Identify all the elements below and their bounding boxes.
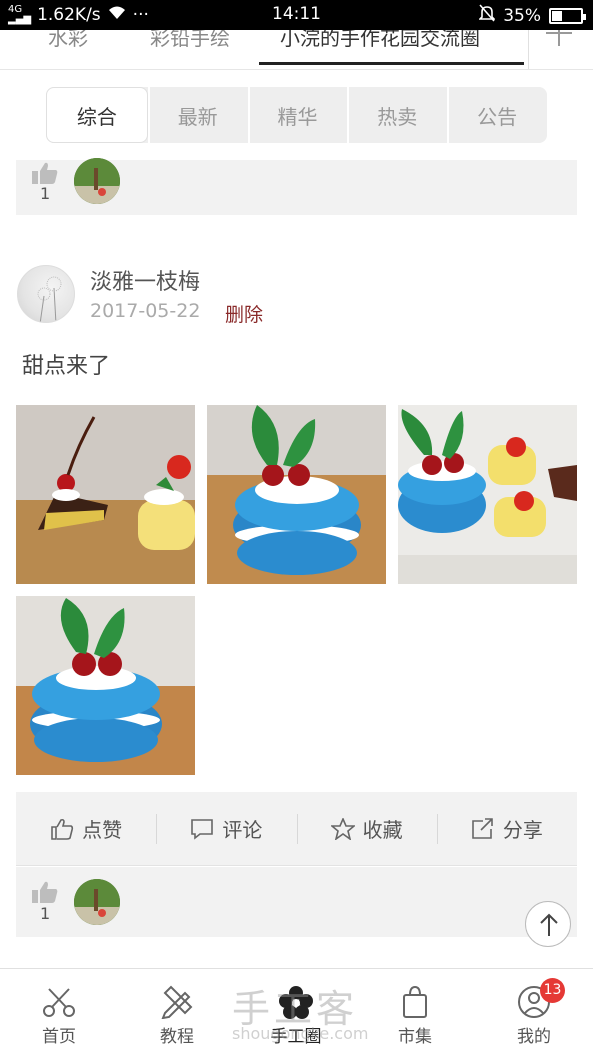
favorite-label: 收藏: [362, 818, 403, 842]
post-likes: 1: [16, 867, 577, 937]
author-name[interactable]: 淡雅一枝梅: [90, 264, 200, 296]
battery-percent: 35%: [503, 5, 541, 26]
segment-latest[interactable]: 最新: [147, 87, 248, 143]
arrow-up-icon: [540, 913, 558, 936]
segment-hot-sale[interactable]: 热卖: [347, 87, 447, 143]
liker-avatar[interactable]: [74, 879, 120, 925]
nav-home[interactable]: 首页: [0, 969, 118, 1054]
tab-colored-pencil[interactable]: 彩铅手绘: [150, 30, 230, 51]
scissors-icon: [43, 988, 75, 1017]
nav-market-label: 市集: [398, 1027, 432, 1047]
segment-notice[interactable]: 公告: [447, 87, 547, 143]
share-label: 分享: [502, 818, 543, 842]
thumb-up-icon: [51, 818, 74, 840]
author-avatar[interactable]: [17, 265, 75, 323]
tab-watercolor[interactable]: 水彩: [48, 30, 88, 51]
nav-tutorials-label: 教程: [160, 1027, 194, 1047]
cake-cherry-photo[interactable]: [16, 405, 195, 584]
watermark-url: shougongke.com: [232, 1024, 369, 1043]
back-to-top-button[interactable]: [525, 901, 571, 947]
share-icon: [472, 817, 493, 839]
post-date: 2017-05-22: [90, 300, 201, 322]
macaron-photo-2[interactable]: [16, 596, 195, 775]
add-tab-icon[interactable]: [528, 30, 593, 69]
like-count: 1: [40, 184, 51, 203]
favorite-button[interactable]: 收藏: [296, 792, 437, 865]
macaron-rolls-photo[interactable]: [398, 405, 577, 584]
comment-icon: [191, 818, 214, 840]
comment-label: 评论: [222, 818, 263, 842]
delete-button[interactable]: 删除: [225, 300, 263, 327]
nav-profile[interactable]: 我的: [475, 969, 593, 1054]
nav-tutorials[interactable]: 教程: [118, 969, 236, 1054]
like-count: 1: [40, 904, 51, 923]
star-icon: [330, 817, 355, 840]
share-button[interactable]: 分享: [436, 792, 577, 865]
notification-badge: 13: [540, 978, 565, 1003]
shopping-bag-icon: [403, 985, 427, 1018]
bell-muted-icon: [478, 4, 497, 27]
macaron-photo[interactable]: [207, 405, 386, 584]
prev-post-likes: 1: [16, 158, 577, 215]
nav-market[interactable]: 市集: [356, 969, 474, 1054]
liker-avatar[interactable]: [74, 158, 120, 204]
filter-segment: 综合 最新 精华 热卖 公告: [46, 87, 547, 143]
tab-garden-circle[interactable]: 小浣的手作花园交流圈: [280, 30, 480, 51]
nav-home-label: 首页: [42, 1027, 76, 1047]
circle-tabs: 水彩 彩铅手绘 小浣的手作花园交流圈: [0, 30, 593, 70]
pencil-ruler-icon: [161, 985, 193, 1019]
post-actions: 点赞 评论 收藏 分享: [16, 792, 577, 866]
post-content: 甜点来了: [22, 354, 111, 379]
thumb-up-icon: [32, 881, 58, 903]
segment-featured[interactable]: 精华: [247, 87, 348, 143]
thumb-up-icon: [32, 162, 58, 184]
like-button[interactable]: 点赞: [16, 792, 156, 865]
status-bar: 4G ▂▄▆ 1.62K/s ··· 14:11 35%: [0, 0, 593, 30]
active-tab-underline: [259, 62, 524, 65]
comment-button[interactable]: 评论: [156, 792, 296, 865]
battery-icon: [549, 7, 586, 24]
segment-all[interactable]: 综合: [46, 87, 148, 143]
nav-profile-label: 我的: [517, 1027, 551, 1047]
like-label: 点赞: [82, 818, 123, 842]
